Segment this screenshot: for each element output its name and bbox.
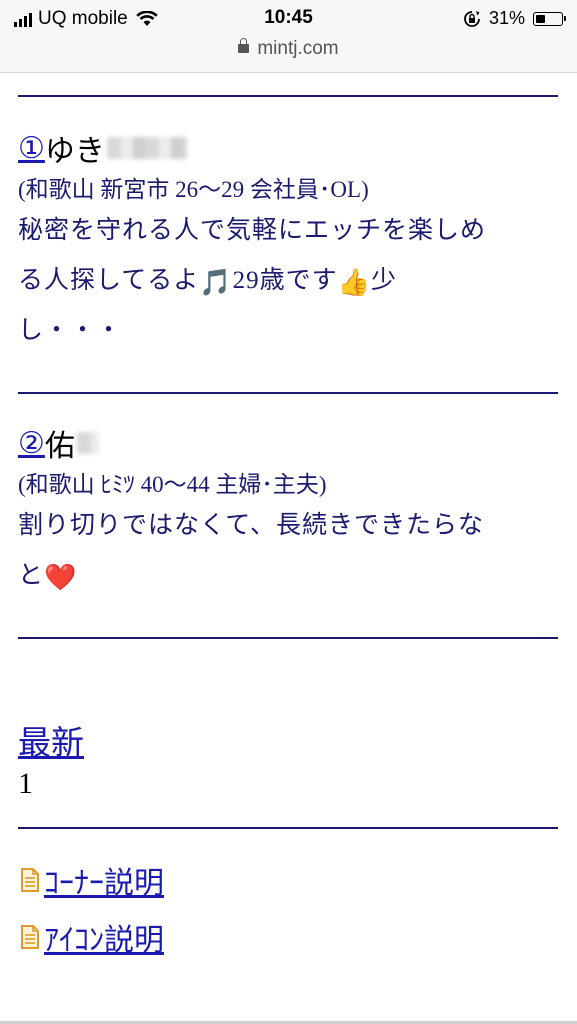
post-number-link[interactable]: ① [18,131,45,166]
url-bar[interactable]: mintj.com [0,38,577,60]
post-entry-2: ② 佑 (和歌山 ﾋﾐﾂ 40〜44 主婦･主夫) 割り切りではなくて、長続きで… [18,421,563,601]
url-domain: mintj.com [257,38,339,59]
blurred-name [76,432,99,454]
message-text: 少 [371,267,398,294]
post-name: 佑 [44,430,75,463]
message-text: 29歳です [232,267,338,294]
divider [18,637,558,639]
corner-explanation-link[interactable]: ｺｰﾅｰ説明 [20,858,164,902]
link-label: ｱｲｺﾝ説明 [44,924,164,957]
lock-icon [238,38,250,53]
post-header: ① ゆき [18,126,563,170]
divider [18,827,558,829]
link-label: ｺｰﾅｰ説明 [44,867,164,900]
message-line: 割り切りではなくて、長続きできたらな [18,512,485,539]
post-number-link[interactable]: ② [18,426,45,461]
music-note-emoji: 🎵 [199,268,233,297]
thumbs-up-emoji: 👍 [337,268,372,297]
orientation-lock-icon [464,10,480,27]
battery-icon [533,11,566,26]
document-icon [21,868,39,892]
message-line: し・・・ [18,317,123,344]
message-line: 秘密を守れる人で気軽にエッチを楽しめ [18,217,487,244]
page-number: 1 [18,767,33,800]
divider [18,392,558,394]
post-header: ② 佑 [18,421,563,465]
document-icon [21,925,39,949]
status-bar: UQ mobile 10:45 31% [0,0,577,36]
blurred-name [106,137,187,159]
heart-emoji: ❤️ [44,563,78,592]
icon-explanation-link[interactable]: ｱｲｺﾝ説明 [20,915,164,959]
post-meta: (和歌山 新宮市 26〜29 会社員･OL) [18,177,369,202]
browser-chrome: UQ mobile 10:45 31% mintj.com [0,0,577,73]
post-meta: (和歌山 ﾋﾐﾂ 40〜44 主婦･主夫) [18,472,327,497]
post-message: 秘密を守れる人で気軽にエッチを楽しめ る人探してるよ🎵29歳です👍少 し・・・ [18,206,563,356]
right-status-group: 31% [463,8,566,29]
latest-link[interactable]: 最新 [18,716,84,764]
post-name: ゆき [44,135,105,168]
post-entry-1: ① ゆき (和歌山 新宮市 26〜29 会社員･OL) 秘密を守れる人で気軽にエ… [18,126,563,356]
message-line: る人探してるよ🎵29歳です👍少 [18,256,563,306]
message-text: と [18,562,45,589]
message-line: と❤️ [18,551,563,601]
post-message: 割り切りではなくて、長続きできたらな と❤️ [18,501,563,601]
divider [18,95,558,97]
battery-percent: 31% [488,8,525,28]
message-text: る人探してるよ [18,267,200,294]
